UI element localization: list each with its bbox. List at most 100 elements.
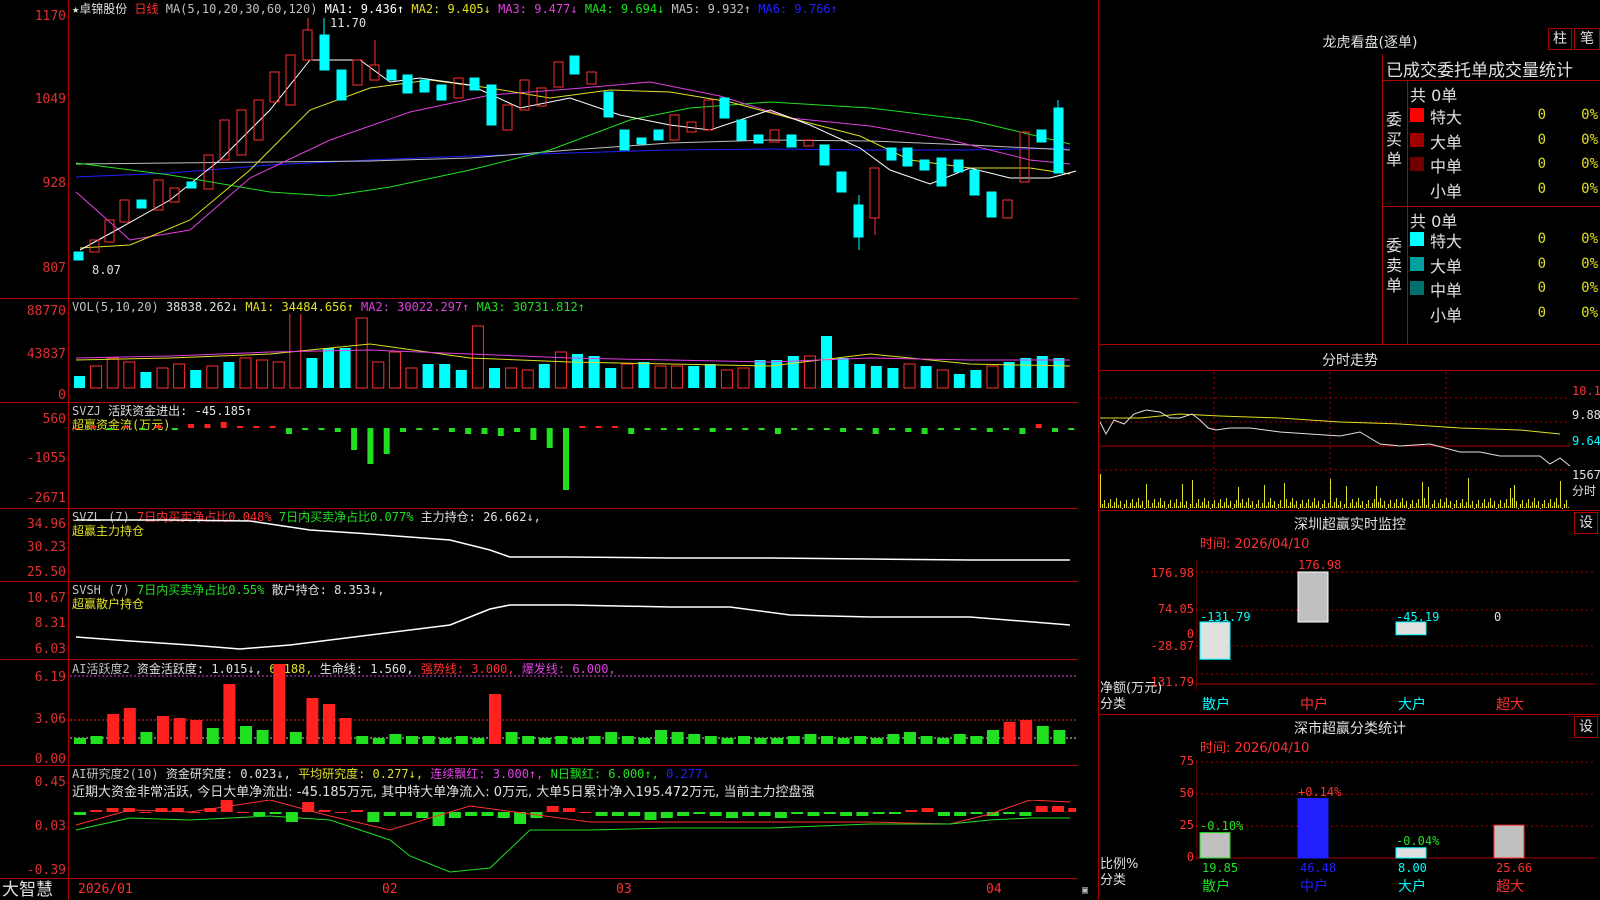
volume-bar — [870, 366, 882, 388]
intraday-volume-bar — [1406, 501, 1407, 508]
intraday-volume-bar — [1468, 478, 1469, 508]
activity-bar — [738, 736, 750, 744]
intraday-volume-bar — [1302, 500, 1303, 508]
activity-bar — [920, 736, 933, 744]
activity-bar — [173, 718, 186, 744]
research-bar — [90, 810, 103, 812]
intraday-volume-bar — [1220, 499, 1221, 508]
volume-bar — [821, 336, 832, 388]
net-amount-label: 0 — [1494, 610, 1502, 624]
activity-bar — [671, 732, 684, 744]
column-view-button[interactable]: 柱 — [1548, 28, 1572, 50]
stat-xlabel: 分类 — [1100, 873, 1127, 888]
intraday-volume-bar — [1294, 505, 1295, 508]
lhb-title: 龙虎看盘(逐单) — [1322, 35, 1418, 51]
flow-bar — [285, 428, 292, 434]
volume-bar — [1003, 362, 1015, 388]
date-label: 04 — [986, 882, 1002, 897]
intraday-volume-bar — [1464, 506, 1465, 508]
intraday-plot[interactable] — [1100, 372, 1600, 510]
volume-bar — [588, 356, 600, 388]
intraday-volume-bar — [1388, 504, 1389, 508]
research-bar — [269, 812, 282, 814]
intraday-volume-bar — [1446, 498, 1447, 508]
monitor-axis-label: 176.98 — [1150, 566, 1194, 580]
research-bar — [954, 812, 967, 816]
intraday-volume-bar — [1106, 507, 1107, 508]
flow-bar — [74, 428, 80, 429]
activity-bar — [837, 738, 850, 744]
flow-bar — [937, 428, 944, 430]
intraday-volume-bar — [1308, 499, 1309, 508]
research-bar — [840, 812, 853, 816]
net-amount-bar — [1297, 571, 1329, 623]
flow-bar — [237, 426, 243, 428]
order-percent: 0% — [1581, 107, 1598, 123]
monitor-settings-button[interactable]: 设 — [1574, 512, 1598, 534]
activity-bar — [223, 684, 236, 744]
intraday-volume-bar — [1456, 500, 1457, 508]
svsh-plot — [75, 604, 1071, 650]
volume-bar — [239, 357, 252, 389]
volume-bar — [1053, 358, 1065, 388]
divider — [0, 298, 1078, 299]
intraday-volume-bar — [1234, 504, 1235, 508]
vol-axis-label: 43837 — [26, 347, 66, 362]
flow-bar — [448, 428, 455, 432]
intraday-volume-bar — [1260, 507, 1261, 508]
flow-bar — [921, 428, 928, 434]
activity-bar — [90, 736, 103, 744]
activity-bar — [721, 738, 734, 744]
activity-bar — [771, 738, 784, 744]
intraday-volume-bar — [1496, 508, 1497, 509]
research-bar — [351, 810, 364, 812]
intraday-volume-bar — [1102, 504, 1103, 508]
intraday-volume-bar — [1346, 486, 1347, 508]
intraday-volume-bar — [1140, 505, 1141, 508]
intraday-volume-bar — [1466, 502, 1467, 508]
research-bar — [872, 812, 885, 814]
order-count: 0 — [1537, 180, 1546, 197]
order-type-label: 大单 — [1430, 132, 1463, 152]
research-bar — [563, 808, 575, 812]
volume-bar — [605, 368, 617, 388]
activity-bar — [1036, 726, 1049, 744]
candlestick-plot[interactable] — [70, 0, 1076, 298]
research-bar — [139, 812, 152, 813]
flow-bar — [367, 428, 374, 464]
activity-bar — [140, 732, 153, 744]
intraday-volume-bar — [1418, 499, 1419, 508]
ai2-note: 近期大资金非常活跃, 今日大单净流出: -45.185万元, 其中特大单净流入:… — [72, 785, 815, 800]
intraday-volume-bar — [1228, 505, 1229, 508]
intraday-volume-bar — [1428, 487, 1429, 508]
right-panel: 龙虎看盘(逐单) 柱 笔 已成交委托单成交量统计 委买单 共 0单 特大 0 0% 大… — [1100, 0, 1600, 900]
buy-count: 共 0单 — [1410, 86, 1458, 105]
category-label: 散户 — [1202, 697, 1230, 713]
research-bar — [856, 812, 869, 816]
research-bar — [774, 812, 787, 818]
intraday-volume-bar — [1422, 482, 1423, 508]
volume-bar — [671, 365, 684, 389]
volume-bar — [323, 348, 334, 388]
volume-bar — [405, 367, 418, 389]
svzj-axis-label: -2671 — [26, 491, 66, 506]
intraday-vol-unit: 分时 — [1572, 484, 1597, 498]
flow-bar — [758, 428, 765, 430]
price-axis-label: 1170 — [34, 9, 66, 24]
intraday-volume-bar — [1196, 503, 1197, 508]
lock-icon[interactable]: ▣ — [1082, 884, 1088, 898]
activity-bar — [937, 738, 950, 744]
intraday-volume-bar — [1444, 502, 1445, 508]
volume-bar — [936, 369, 949, 389]
intraday-volume-bar — [1200, 506, 1201, 508]
tick-view-button[interactable]: 笔 — [1574, 28, 1600, 50]
intraday-volume-bar — [1254, 508, 1255, 509]
stat-settings-button[interactable]: 设 — [1574, 716, 1598, 738]
research-bar — [628, 812, 641, 816]
intraday-volume-bar — [1152, 503, 1153, 508]
flow-bar — [269, 426, 276, 428]
research-bar — [514, 812, 527, 824]
main-chart-area[interactable]: 1170 1049 928 807 ★卓锦股份 日线 MA(5,10,20,30… — [0, 0, 1099, 900]
intraday-volume-bar — [1380, 498, 1381, 508]
intraday-volume-bar — [1362, 501, 1363, 508]
